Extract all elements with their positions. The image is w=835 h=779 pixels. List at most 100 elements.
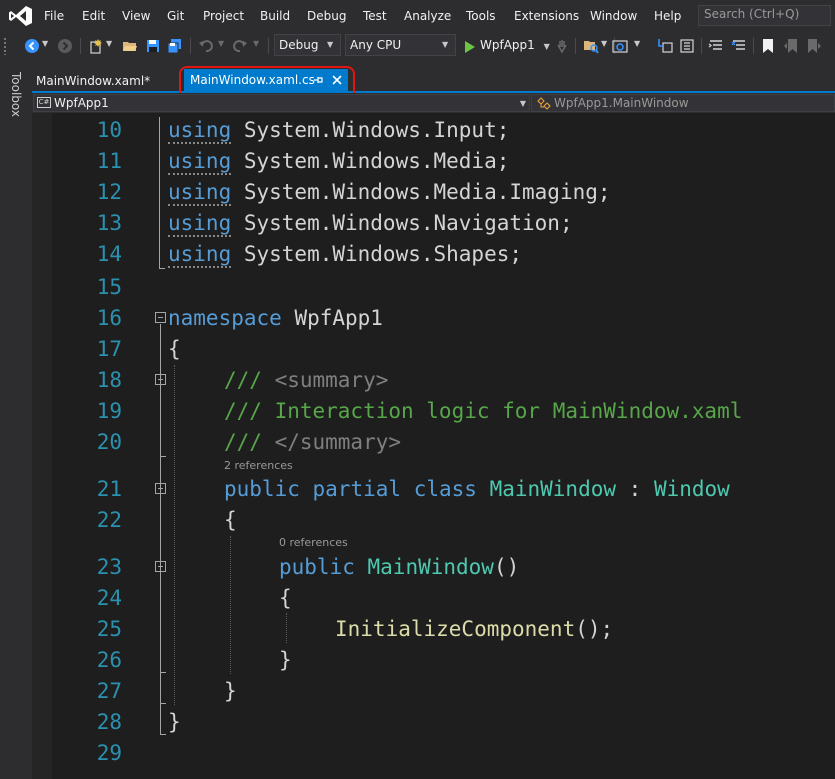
next-bookmark-icon[interactable] [806, 38, 822, 54]
pin-icon[interactable] [312, 73, 324, 87]
line-number: 23 [96, 555, 122, 579]
configuration-dropdown[interactable]: Debug ▼ [274, 34, 341, 56]
code-text: } [224, 679, 237, 703]
menu-window[interactable]: Window [590, 8, 637, 24]
code-line: 24 { [0, 586, 835, 617]
line-number: 18 [96, 368, 122, 392]
menu-tools[interactable]: Tools [466, 8, 496, 24]
search-input[interactable]: Search (Ctrl+Q) [698, 5, 831, 26]
code-line: 14 using System.Windows.Shapes; [0, 242, 835, 273]
code-text: /// <summary> [224, 368, 389, 392]
toolbar-separator [268, 38, 269, 54]
code-line: 18 /// <summary> [0, 368, 835, 399]
bookmark-icon[interactable] [760, 38, 776, 54]
code-text: using System.Windows.Navigation; [168, 211, 573, 237]
code-line: 17 { [0, 337, 835, 368]
code-text: using System.Windows.Shapes; [168, 242, 523, 268]
comment-lines-icon[interactable] [708, 38, 724, 54]
menu-help[interactable]: Help [654, 8, 681, 24]
menu-build[interactable]: Build [260, 8, 290, 24]
menu-view[interactable]: View [122, 8, 150, 24]
menu-bar: File Edit View Git Project Build Debug T… [0, 0, 835, 32]
save-all-icon[interactable] [167, 38, 183, 54]
code-line: 28 } [0, 710, 835, 741]
undo-icon[interactable] [198, 38, 214, 54]
new-item-dropdown-icon[interactable]: ▼ [106, 39, 112, 48]
browser-link-icon[interactable] [612, 38, 628, 54]
toolbox-tab[interactable]: Toolbox [9, 72, 23, 117]
browser-link-dropdown-icon[interactable]: ▼ [634, 39, 640, 48]
menu-analyze[interactable]: Analyze [404, 8, 451, 24]
class-dropdown[interactable]: WpfApp1.MainWindow [531, 94, 835, 112]
previous-bookmark-icon[interactable] [783, 38, 799, 54]
line-number: 26 [96, 648, 122, 672]
line-number: 16 [96, 306, 122, 330]
start-debugging-button[interactable]: WpfApp1 ▼ [463, 35, 550, 57]
code-line: 15 [0, 275, 835, 306]
navigate-back-icon[interactable] [24, 38, 40, 54]
back-dropdown-icon[interactable]: ▼ [42, 39, 48, 48]
line-number: 19 [96, 399, 122, 423]
menu-debug[interactable]: Debug [307, 8, 346, 24]
menu-file[interactable]: File [44, 8, 64, 24]
line-number: 17 [96, 337, 122, 361]
tab-mainwindow-xaml[interactable]: MainWindow.xaml* [36, 74, 150, 88]
step-into-icon[interactable] [657, 38, 673, 54]
menu-git[interactable]: Git [167, 8, 184, 24]
line-number: 24 [96, 586, 122, 610]
new-item-icon[interactable] [88, 38, 104, 54]
toolbar-separator [701, 38, 702, 54]
code-text: { [279, 586, 292, 610]
platform-dropdown[interactable]: Any CPU ▼ [345, 34, 456, 56]
menu-edit[interactable]: Edit [82, 8, 105, 24]
menu-project[interactable]: Project [203, 8, 244, 24]
toolbar: ▼ ▼ ▼ ▼ Debug ▼ Any CPU ▼ WpfApp1 ▼ ▼ ▼ [0, 32, 835, 60]
navigate-forward-icon[interactable] [57, 38, 73, 54]
constructor-references-codelens[interactable]: 0 references [279, 536, 348, 549]
toolbar-grip[interactable] [3, 37, 7, 55]
tab-mainwindow-xaml-cs[interactable]: MainWindow.xaml.cs [184, 69, 348, 91]
run-dropdown-icon[interactable]: ▼ [544, 42, 550, 51]
code-text: using System.Windows.Media.Imaging; [168, 180, 611, 206]
code-text: using System.Windows.Media; [168, 149, 510, 175]
save-icon[interactable] [145, 38, 161, 54]
play-icon [465, 41, 475, 53]
undo-dropdown-icon[interactable]: ▼ [218, 39, 224, 48]
line-number: 22 [96, 508, 122, 532]
class-references-codelens[interactable]: 2 references [224, 459, 293, 472]
toolbar-separator [80, 38, 81, 54]
uncomment-lines-icon[interactable] [731, 38, 747, 54]
csharp-project-icon: C# [37, 97, 51, 108]
find-dropdown-icon[interactable]: ▼ [601, 39, 607, 48]
code-line: 22 { [0, 508, 835, 539]
line-number: 27 [96, 679, 122, 703]
menu-extensions[interactable]: Extensions [514, 8, 579, 24]
step-over-icon[interactable] [679, 38, 695, 54]
code-line: 26 } [0, 648, 835, 679]
redo-icon[interactable] [232, 38, 248, 54]
chevron-down-icon: ▼ [519, 99, 526, 108]
line-number: 21 [96, 477, 122, 501]
line-number: 10 [96, 118, 122, 142]
code-line: 20 /// </summary> [0, 430, 835, 461]
code-text: public partial class MainWindow : Window [224, 477, 730, 501]
line-number: 14 [96, 242, 122, 266]
toolbar-separator [190, 38, 191, 54]
project-dropdown[interactable]: C# WpfApp1 ▼ [33, 94, 530, 112]
line-number: 11 [96, 149, 122, 173]
line-number: 29 [96, 741, 122, 765]
code-text: } [168, 710, 181, 734]
menu-test[interactable]: Test [363, 8, 387, 24]
line-number: 28 [96, 710, 122, 734]
code-line: 13 using System.Windows.Navigation; [0, 211, 835, 242]
code-text: using System.Windows.Input; [168, 118, 510, 144]
find-in-files-icon[interactable] [583, 38, 599, 54]
open-folder-icon[interactable] [122, 38, 138, 54]
redo-dropdown-icon[interactable]: ▼ [253, 39, 259, 48]
hot-reload-icon[interactable] [554, 38, 570, 54]
close-icon[interactable] [330, 73, 344, 87]
configuration-value: Debug [279, 38, 319, 52]
code-line: 27 } [0, 679, 835, 710]
platform-value: Any CPU [350, 38, 402, 52]
code-line: 21 public partial class MainWindow : Win… [0, 477, 835, 508]
